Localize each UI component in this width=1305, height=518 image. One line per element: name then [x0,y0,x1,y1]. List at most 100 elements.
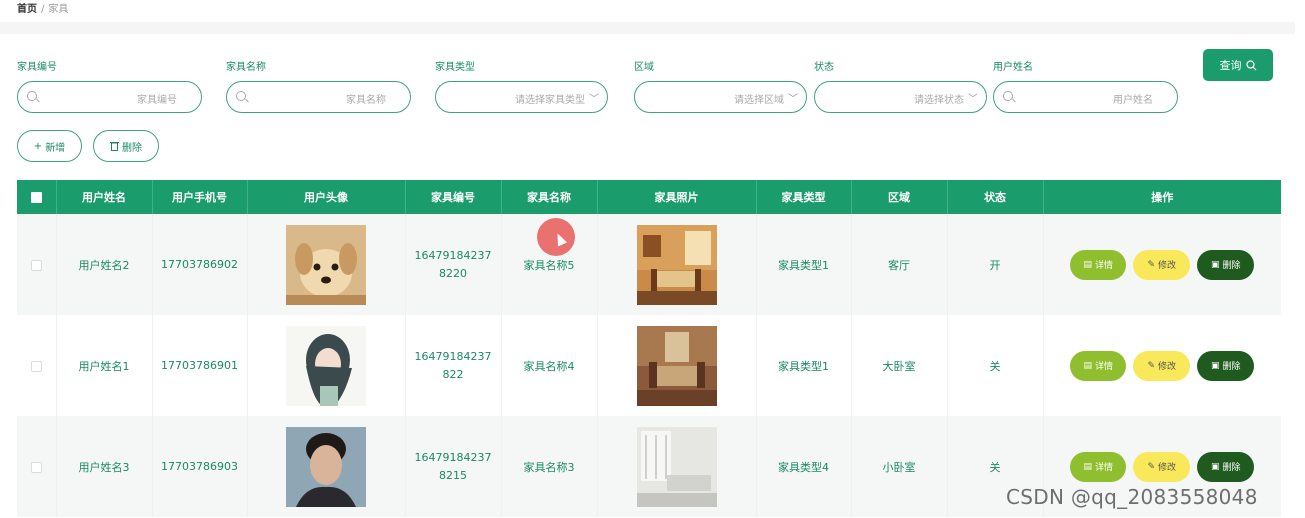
detail-button-label: 详情 [1095,362,1114,372]
furniture-no-line2: 8220 [439,266,467,280]
furniture-no-line1: 16479184237 [414,248,492,262]
detail-button[interactable]: ▤ 详情 [1070,451,1127,482]
furniture-no-cell: 16479184237 8215 [405,416,502,517]
filter-label-furniture-type: 家具类型 [435,62,475,73]
username-input[interactable]: 用户姓名 [993,81,1178,113]
breadcrumb-current: 家具 [48,4,69,15]
status-placeholder: 请选择状态 [914,95,964,106]
furniture-type-select[interactable]: 请选择家具类型 ﹀ [435,81,608,113]
avatar-cell [247,315,406,416]
row-checkbox[interactable] [30,259,42,271]
avatar-cell [247,416,406,517]
edit-icon: ✎ [1147,461,1156,472]
edit-button[interactable]: ✎ 修改 [1133,350,1191,381]
detail-button[interactable]: ▤ 详情 [1070,249,1127,280]
table-row: 用户姓名2 17703786902 16479184237 8220 家具名称5 [17,214,1281,315]
breadcrumb-home[interactable]: 首页 [17,4,37,15]
detail-icon: ▤ [1083,259,1092,270]
row-select-cell [17,416,57,517]
search-icon [236,91,246,101]
add-button-label: 新增 [45,142,66,154]
add-button[interactable]: + 新增 [17,130,82,162]
area-placeholder: 请选择区域 [734,95,784,106]
filter-label-furniture-name: 家具名称 [226,62,266,73]
search-icon [27,91,37,101]
delete-button-label: 删除 [1222,261,1241,271]
furniture-name-cell: 家具名称4 [501,315,598,416]
edit-icon: ✎ [1147,259,1156,270]
living-room-photo[interactable] [636,224,717,305]
furniture-no-line2: 822 [442,367,464,381]
furniture-name-input[interactable]: 家具名称 [226,81,411,113]
furniture-photo-cell [597,214,757,315]
delete-button-label: 删除 [1222,463,1241,473]
phone-cell: 17703786901 [152,315,248,416]
delete-button-label: 删除 [1222,362,1241,372]
username-cell: 用户姓名2 [56,214,153,315]
header-divider [0,22,1295,34]
column-header: 家具类型 [756,180,852,214]
edit-icon: ✎ [1147,360,1156,371]
furniture-no-line1: 16479184237 [414,349,492,363]
furniture-photo-cell [597,315,757,416]
edit-button-label: 修改 [1158,463,1177,473]
query-button[interactable]: 查询 [1203,49,1273,81]
furniture-type-cell: 家具类型1 [756,315,852,416]
select-all-header [17,180,57,214]
operations-cell: ▤ 详情 ✎ 修改 ▣ 删除 [1043,315,1281,416]
area-select[interactable]: 请选择区域 ﹀ [634,81,807,113]
trash-icon: ▣ [1210,360,1220,371]
row-checkbox[interactable] [30,461,42,473]
detail-button[interactable]: ▤ 详情 [1070,350,1127,381]
edit-button[interactable]: ✎ 修改 [1133,451,1191,482]
man-portrait-photo[interactable] [286,426,366,507]
column-header: 用户姓名 [56,180,153,214]
furniture-no-line1: 16479184237 [414,450,492,464]
furniture-name-cell: 家具名称3 [501,416,598,517]
row-checkbox[interactable] [30,360,42,372]
furniture-no-input[interactable]: 家具编号 [17,81,202,113]
delete-button[interactable]: ▣ 删除 [1197,249,1255,280]
trash-icon: ▣ [1210,259,1220,270]
white-room-photo[interactable] [636,426,717,507]
select-all-checkbox[interactable] [30,192,42,203]
detail-icon: ▤ [1083,461,1092,472]
edit-button[interactable]: ✎ 修改 [1133,249,1191,280]
trash-icon: ▣ [1210,461,1220,472]
puppy-photo[interactable] [286,224,366,305]
phone-cell: 17703786903 [152,416,248,517]
detail-button-label: 详情 [1095,261,1114,271]
username-placeholder: 用户姓名 [1113,95,1153,106]
furniture-table: 用户姓名 用户手机号 用户头像 家具编号 家具名称 家具照片 家具类型 区域 状… [17,180,1281,517]
column-header: 家具名称 [501,180,598,214]
column-header: 用户头像 [247,180,406,214]
username-cell: 用户姓名1 [56,315,153,416]
furniture-type-cell: 家具类型4 [756,416,852,517]
table-header-row: 用户姓名 用户手机号 用户头像 家具编号 家具名称 家具照片 家具类型 区域 状… [17,180,1281,214]
search-icon [1003,91,1013,101]
area-cell: 大卧室 [851,315,948,416]
query-button-label: 查询 [1219,59,1242,72]
plus-icon: + [33,140,43,152]
edit-button-label: 修改 [1158,362,1177,372]
furniture-type-placeholder: 请选择家具类型 [515,95,585,106]
delete-button[interactable]: ▣ 删除 [1197,350,1255,381]
filter-label-area: 区域 [634,62,654,73]
column-header: 区域 [851,180,948,214]
filter-label-status: 状态 [814,62,834,73]
status-cell: 关 [947,315,1044,416]
furniture-photo-cell [597,416,757,517]
edit-button-label: 修改 [1158,261,1177,271]
filter-label-furniture-no: 家具编号 [17,62,57,73]
anime-girl-photo[interactable] [286,325,366,406]
column-header: 用户手机号 [152,180,248,214]
breadcrumb-separator: / [41,4,45,15]
batch-delete-button[interactable]: 删除 [93,130,159,162]
detail-icon: ▤ [1083,360,1092,371]
chevron-down-icon: ﹀ [968,94,978,105]
chevron-down-icon: ﹀ [788,94,798,105]
sofa-room-photo[interactable] [636,325,717,406]
furniture-no-cell: 16479184237 8220 [405,214,502,315]
delete-button[interactable]: ▣ 删除 [1197,451,1255,482]
status-select[interactable]: 请选择状态 ﹀ [814,81,987,113]
